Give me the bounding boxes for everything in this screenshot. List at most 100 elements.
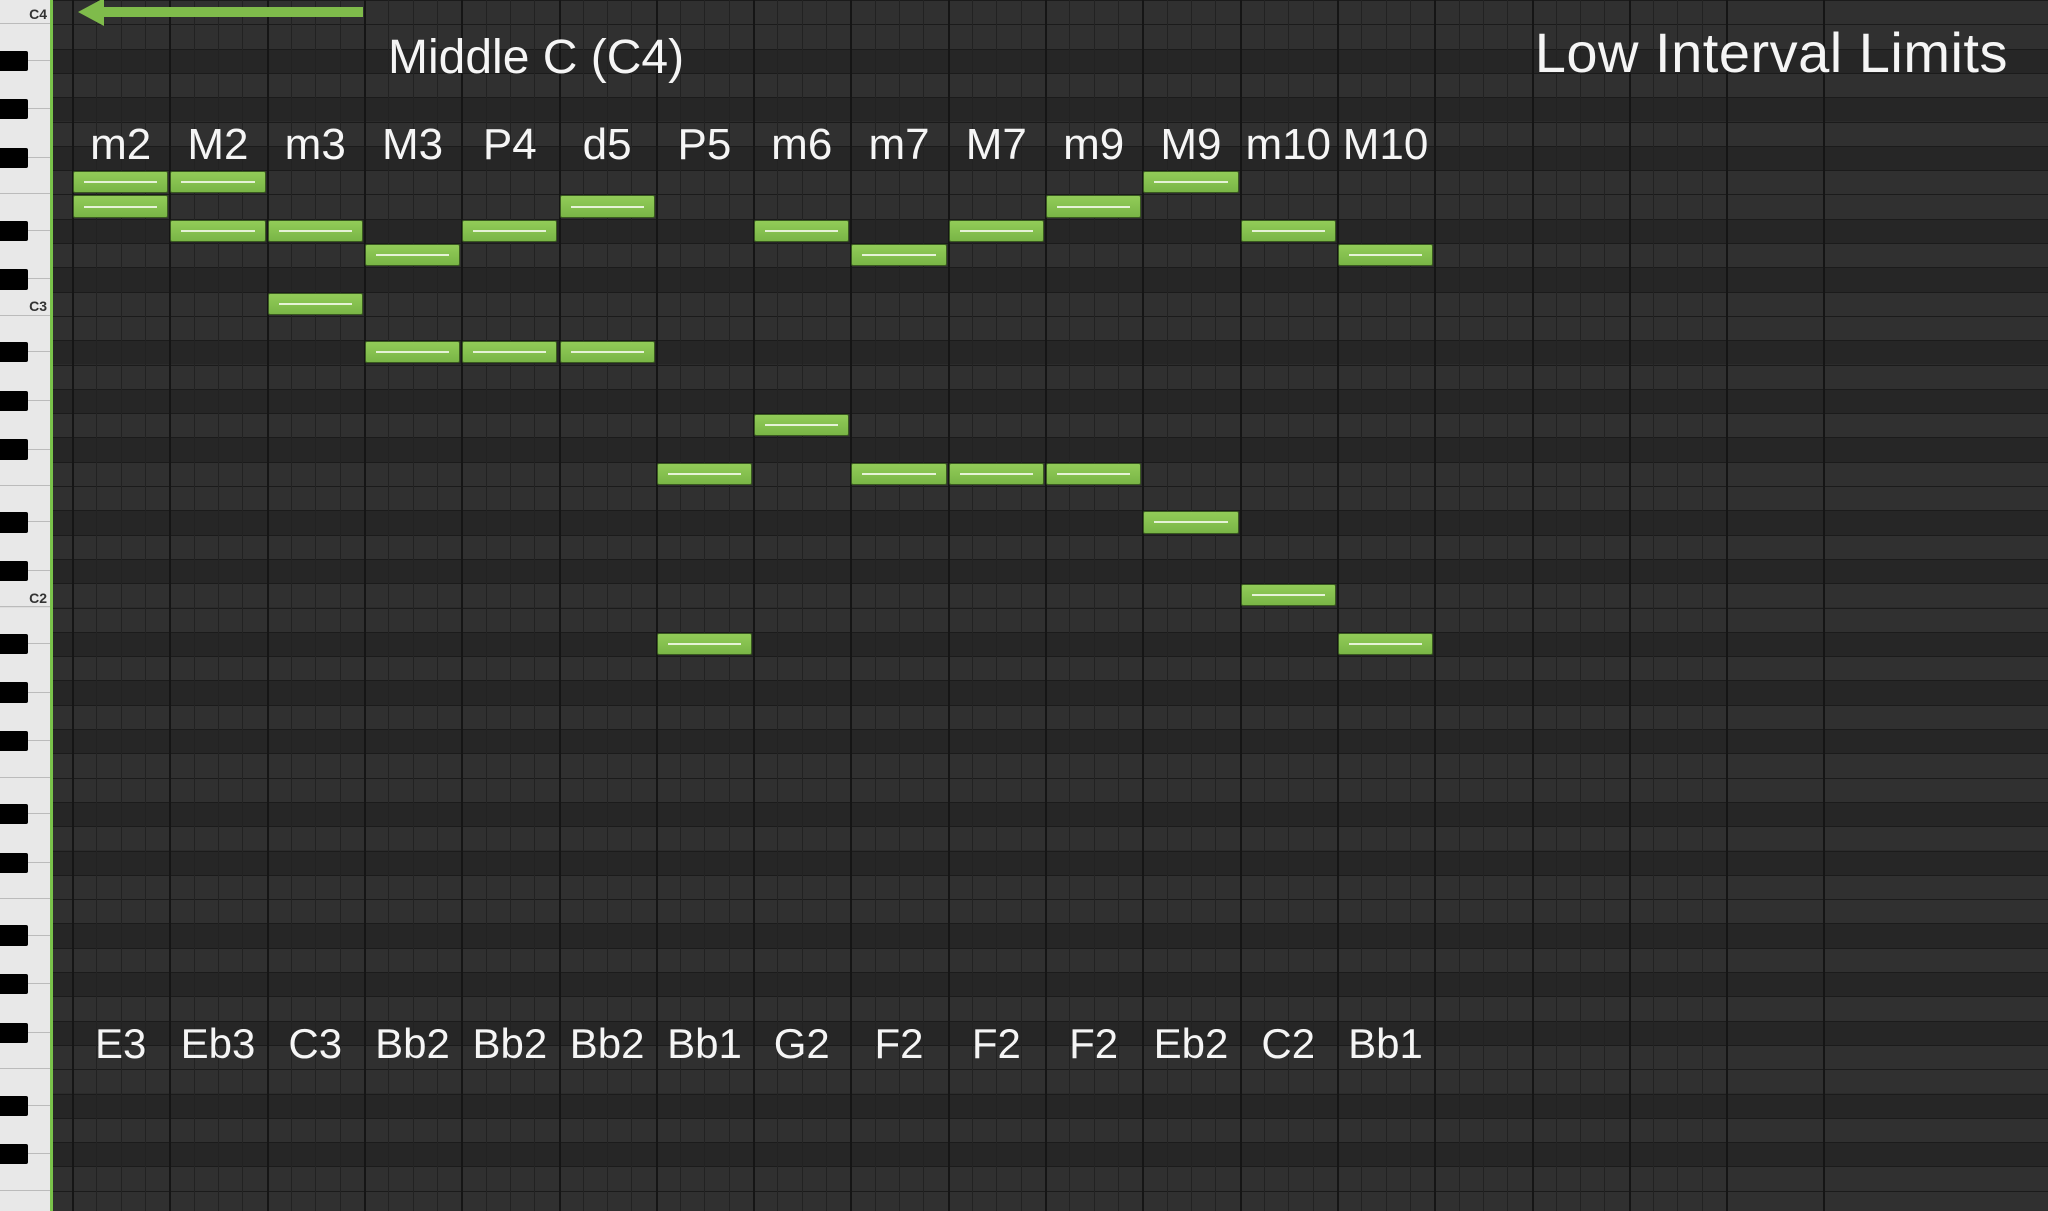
grid-row: [50, 316, 2048, 340]
low-note-label: F2: [948, 1020, 1045, 1068]
midi-note[interactable]: [1143, 171, 1238, 193]
grid-row: [50, 97, 2048, 121]
low-note-label: C3: [267, 1020, 364, 1068]
low-note-label: Bb2: [559, 1020, 656, 1068]
black-key[interactable]: [0, 731, 28, 751]
grid-row: [50, 996, 2048, 1020]
grid-row: [50, 705, 2048, 729]
grid-row: [50, 948, 2048, 972]
grid-row: [50, 802, 2048, 826]
midi-note[interactable]: [365, 244, 460, 266]
black-key[interactable]: [0, 512, 28, 532]
grid-row: [50, 535, 2048, 559]
grid-row: [50, 1069, 2048, 1093]
grid-row: [50, 170, 2048, 194]
low-note-label: Eb3: [169, 1020, 266, 1068]
grid-row: [50, 583, 2048, 607]
black-key[interactable]: [0, 925, 28, 945]
midi-note[interactable]: [949, 220, 1044, 242]
interval-label: m7: [850, 120, 947, 170]
interval-label: P5: [656, 120, 753, 170]
low-note-label: G2: [753, 1020, 850, 1068]
grid-row: [50, 486, 2048, 510]
midi-note[interactable]: [1046, 463, 1141, 485]
grid-row: [50, 413, 2048, 437]
black-key[interactable]: [0, 51, 28, 71]
grid-row: [50, 656, 2048, 680]
midi-note[interactable]: [949, 463, 1044, 485]
grid-row: [50, 559, 2048, 583]
interval-label: P4: [461, 120, 558, 170]
grid-row: [50, 510, 2048, 534]
black-key[interactable]: [0, 853, 28, 873]
midi-note[interactable]: [1338, 633, 1433, 655]
black-key[interactable]: [0, 634, 28, 654]
black-key[interactable]: [0, 1096, 28, 1116]
midi-note[interactable]: [170, 171, 265, 193]
black-key[interactable]: [0, 1023, 28, 1043]
low-note-label: Bb2: [364, 1020, 461, 1068]
midi-note[interactable]: [1143, 511, 1238, 533]
interval-label: m2: [72, 120, 169, 170]
middle-c-label: Middle C (C4): [388, 30, 684, 85]
midi-note[interactable]: [560, 195, 655, 217]
grid-row: [50, 267, 2048, 291]
black-key[interactable]: [0, 269, 28, 289]
key-label: C2: [29, 590, 47, 1210]
piano-keyboard[interactable]: C4C3C2: [0, 0, 50, 1211]
midi-note[interactable]: [657, 463, 752, 485]
interval-label: m3: [267, 120, 364, 170]
midi-note[interactable]: [1046, 195, 1141, 217]
grid-row: [50, 632, 2048, 656]
low-note-label: Eb2: [1142, 1020, 1239, 1068]
black-key[interactable]: [0, 682, 28, 702]
black-key[interactable]: [0, 561, 28, 581]
piano-roll-app: C4C3C2 Middle C (C4) Low Interval Limits…: [0, 0, 2048, 1211]
grid-row: [50, 778, 2048, 802]
midi-note[interactable]: [754, 220, 849, 242]
midi-note[interactable]: [462, 341, 557, 363]
black-key[interactable]: [0, 342, 28, 362]
midi-note[interactable]: [1241, 584, 1336, 606]
midi-note[interactable]: [462, 220, 557, 242]
midi-note[interactable]: [365, 341, 460, 363]
title-low-interval-limits: Low Interval Limits: [1535, 20, 2008, 85]
grid-row: [50, 753, 2048, 777]
black-key[interactable]: [0, 148, 28, 168]
low-note-label: F2: [850, 1020, 947, 1068]
midi-note[interactable]: [268, 293, 363, 315]
midi-note[interactable]: [1241, 220, 1336, 242]
grid-row: [50, 826, 2048, 850]
black-key[interactable]: [0, 439, 28, 459]
grid-row: [50, 1094, 2048, 1118]
low-note-label: Bb2: [461, 1020, 558, 1068]
midi-note[interactable]: [1338, 244, 1433, 266]
grid-row: [50, 972, 2048, 996]
low-note-label: E3: [72, 1020, 169, 1068]
black-key[interactable]: [0, 391, 28, 411]
midi-note[interactable]: [657, 633, 752, 655]
midi-note[interactable]: [170, 220, 265, 242]
black-key[interactable]: [0, 1144, 28, 1164]
grid-row: [50, 243, 2048, 267]
black-key[interactable]: [0, 974, 28, 994]
grid-row: [50, 365, 2048, 389]
midi-note[interactable]: [754, 414, 849, 436]
black-key[interactable]: [0, 804, 28, 824]
midi-note[interactable]: [268, 220, 363, 242]
midi-note[interactable]: [851, 463, 946, 485]
grid-row: [50, 851, 2048, 875]
low-note-label: F2: [1045, 1020, 1142, 1068]
midi-note[interactable]: [73, 171, 168, 193]
interval-label: M3: [364, 120, 461, 170]
low-note-label: Bb1: [1337, 1020, 1434, 1068]
midi-note[interactable]: [560, 341, 655, 363]
black-key[interactable]: [0, 99, 28, 119]
grid-row: [50, 608, 2048, 632]
midi-note[interactable]: [851, 244, 946, 266]
black-key[interactable]: [0, 221, 28, 241]
midi-note[interactable]: [73, 195, 168, 217]
interval-label: m6: [753, 120, 850, 170]
grid-row: [50, 1166, 2048, 1190]
grid-row: [50, 899, 2048, 923]
